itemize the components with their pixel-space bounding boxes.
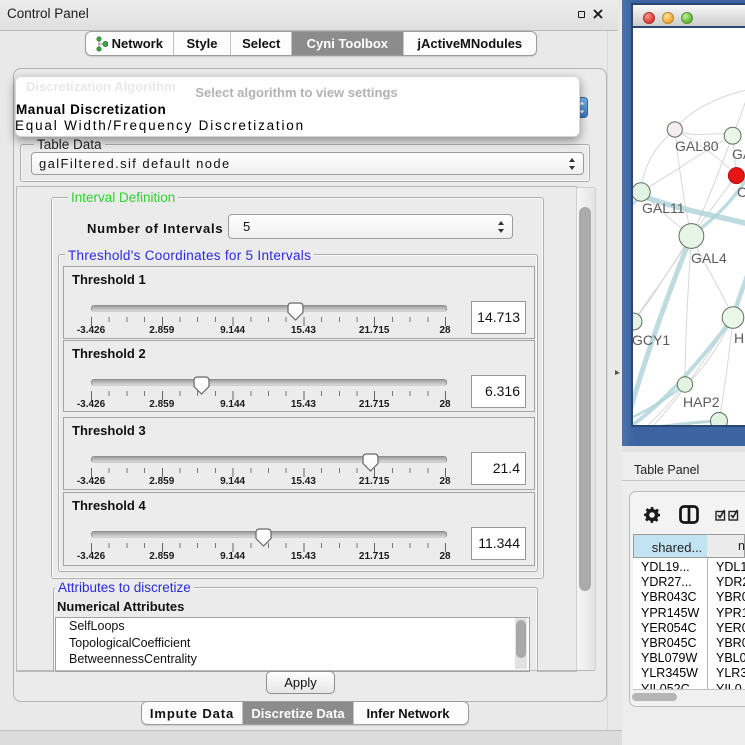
svg-text:GAL80: GAL80 <box>675 138 719 154</box>
svg-text:HAP2: HAP2 <box>683 394 720 410</box>
svg-text:GAL4: GAL4 <box>691 250 727 266</box>
svg-text:GA: GA <box>732 146 745 162</box>
svg-text:GAL11: GAL11 <box>642 200 685 216</box>
svg-text:GCY1: GCY1 <box>633 332 670 348</box>
svg-text:C: C <box>737 184 745 200</box>
svg-text:H: H <box>734 330 744 346</box>
